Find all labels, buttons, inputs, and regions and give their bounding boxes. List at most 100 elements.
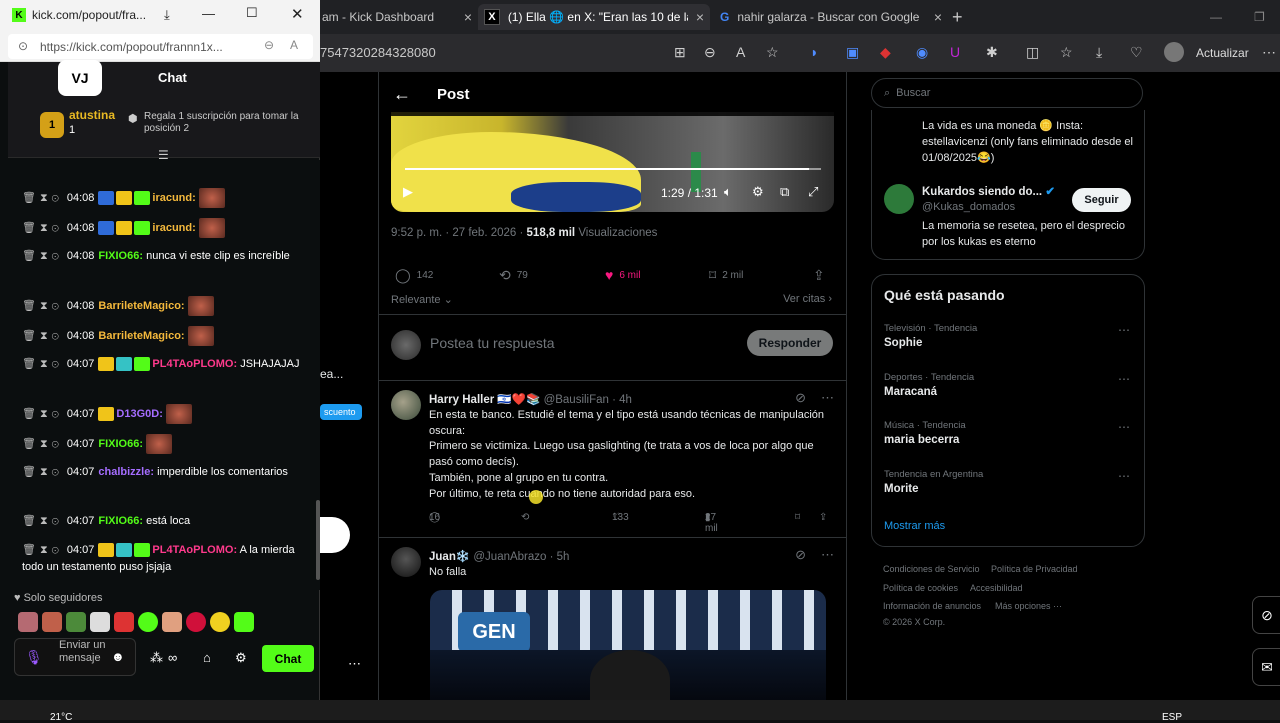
top-gifter-name[interactable]: atustina — [69, 108, 115, 122]
heart-pulse-icon[interactable]: ♡ — [1130, 44, 1143, 61]
discount-badge[interactable]: scuento — [320, 404, 362, 420]
mod-tools-icon[interactable]: 🗑︎⧗⊙ — [22, 250, 63, 262]
footer-link[interactable]: Accesibilidad — [970, 583, 1023, 593]
chat-input[interactable]: 🎙︎ Enviar un mensaje ☻ — [14, 638, 136, 676]
close-icon[interactable]: ✕ — [291, 5, 304, 23]
screenshot-icon[interactable]: ▣ — [846, 44, 859, 61]
emoji-icon[interactable]: ☻ — [111, 649, 125, 664]
username[interactable]: iracund: — [152, 222, 195, 234]
tab-kick-dashboard[interactable]: am - Kick Dashboard × — [322, 4, 472, 30]
chat-message[interactable]: 🗑︎⧗⊙ 04:08 iracund: — [22, 188, 308, 208]
send-chat-button[interactable]: Chat — [262, 645, 314, 672]
repost-action[interactable]: ⟲ 79 — [499, 267, 528, 284]
read-aloud-icon[interactable]: A — [736, 44, 745, 60]
split-screen-icon[interactable]: ◫ — [1026, 44, 1039, 61]
more-icon[interactable]: ⋯ — [821, 547, 834, 563]
chat-message[interactable]: 🗑︎⧗⊙ 04:08 BarrileteMagico: — [22, 326, 308, 346]
username[interactable]: FIXIO66: — [98, 250, 143, 262]
maximize-icon[interactable]: ☐ — [246, 5, 258, 21]
mod-tools-icon[interactable]: 🗑︎⧗⊙ — [22, 222, 63, 234]
username[interactable]: chalbizzle: — [98, 466, 154, 478]
infinity-icon[interactable]: ∞ — [168, 650, 177, 665]
mod-tools-icon[interactable]: 🗑︎⧗⊙ — [22, 408, 63, 420]
mod-tools-icon[interactable]: 🗑︎⧗⊙ — [22, 466, 63, 478]
more-icon[interactable]: ⋯ — [1118, 469, 1130, 483]
footer-link[interactable]: Política de cookies — [883, 583, 958, 593]
settings-gear-icon[interactable]: ⚙ — [235, 650, 247, 666]
floating-pill[interactable] — [320, 517, 350, 553]
popout-url-field[interactable]: ⊙ https://kick.com/popout/frannn1x... ⊖ … — [8, 34, 313, 59]
settings-gear-icon[interactable]: ⚙ — [752, 184, 764, 200]
zoom-icon[interactable]: ⊖ — [264, 38, 274, 52]
mod-tools-icon[interactable]: 🗑︎⧗⊙ — [22, 330, 63, 342]
video-progress-bar[interactable] — [405, 168, 821, 170]
mod-tools-icon[interactable]: 🗑︎⧗⊙ — [22, 515, 63, 527]
emote[interactable] — [18, 612, 38, 632]
username[interactable]: PL4TAoPLOMO: — [152, 544, 237, 556]
chat-message[interactable]: 🗑︎⧗⊙ 04:08 BarrileteMagico: — [22, 296, 308, 316]
kick-emotes-icon[interactable]: ⁂ — [150, 650, 163, 666]
chat-message[interactable]: 🗑︎⧗⊙ 04:07 FIXIO66: — [22, 434, 308, 454]
tweet-author[interactable]: Juan❄️ @JuanAbrazo · 5h — [429, 549, 569, 563]
app-grid-icon[interactable]: ⊞ — [674, 44, 686, 61]
mod-tools-icon[interactable]: 🗑︎⧗⊙ — [22, 544, 63, 556]
chat-message[interactable]: 🗑︎⧗⊙ 04:08 iracund: — [22, 218, 308, 238]
emote[interactable] — [138, 612, 158, 632]
username[interactable]: iracund: — [152, 192, 195, 204]
username[interactable]: FIXIO66: — [98, 515, 143, 527]
update-button[interactable]: Actualizar — [1196, 42, 1249, 64]
site-info-icon[interactable]: ⊙ — [18, 39, 28, 53]
footer-link[interactable]: Información de anuncios — [883, 601, 981, 611]
shield-extension-icon[interactable]: U — [950, 44, 960, 60]
username[interactable]: D13G0D: — [116, 408, 162, 420]
new-tab-button[interactable]: + — [952, 4, 972, 30]
username[interactable]: PL4TAoPLOMO: — [152, 358, 237, 370]
copilot-icon[interactable]: ◉ — [916, 44, 928, 61]
mod-tools-icon[interactable]: 🗑︎⧗⊙ — [22, 438, 63, 450]
share-action[interactable]: ⇪ — [813, 267, 825, 284]
tab-x-post[interactable]: X (1) Ella 🌐 en X: "Eran las 10 de la n … — [478, 4, 710, 30]
pip-icon[interactable]: ⧉ — [780, 184, 789, 200]
username[interactable]: BarrileteMagico: — [98, 330, 184, 342]
emote[interactable] — [186, 612, 206, 632]
read-aloud-icon[interactable]: A — [290, 38, 298, 52]
follow-button[interactable]: Seguir — [1072, 188, 1131, 212]
more-icon[interactable]: ⋯ — [821, 390, 834, 406]
extension-icon[interactable]: ◗ — [810, 44, 818, 60]
emote[interactable] — [210, 612, 230, 632]
microphone-icon[interactable]: 🎙︎ — [25, 649, 43, 666]
tweet-image[interactable]: GEN — [430, 590, 826, 700]
grok-float-button[interactable]: ⊘ — [1252, 596, 1280, 634]
sort-dropdown[interactable]: Relevante ⌄ — [391, 293, 453, 306]
tab-google-search[interactable]: G nahir galarza - Buscar con Google × — [716, 4, 942, 30]
avatar[interactable] — [391, 390, 421, 420]
profile-avatar[interactable] — [1164, 42, 1184, 62]
emote[interactable] — [90, 612, 110, 632]
avatar[interactable] — [884, 184, 914, 214]
emote[interactable] — [66, 612, 86, 632]
suggest-name[interactable]: Kukardos siendo do... ✔ — [922, 184, 1055, 198]
language-indicator[interactable]: ESP — [1162, 712, 1182, 723]
bookmark-action[interactable]: ⌑ 2 mil — [709, 267, 743, 284]
reply-input[interactable]: Postea tu respuesta — [430, 335, 555, 351]
channel-logo[interactable]: VJ — [58, 60, 102, 96]
video-player[interactable]: ▶ 1:29 / 1:31 🔈︎ ⚙ ⧉ ⤢ — [391, 112, 834, 212]
footer-link[interactable]: Más opciones ··· — [995, 601, 1062, 611]
share-icon[interactable]: ⇪ — [819, 512, 827, 523]
emote[interactable] — [114, 612, 134, 632]
puzzle-icon[interactable]: ✱ — [986, 44, 998, 61]
avatar[interactable] — [391, 547, 421, 577]
reply-action[interactable]: ◯ 142 — [395, 267, 433, 284]
grok-icon[interactable]: ⊘ — [795, 547, 806, 563]
bookmark-icon[interactable]: ⌑ — [795, 512, 800, 523]
play-icon[interactable]: ▶ — [403, 184, 413, 200]
repost-icon[interactable]: ⟲ — [521, 512, 529, 523]
url-field[interactable]: 7547320284328080 — [320, 45, 436, 60]
favorite-star-icon[interactable]: ☆ — [766, 44, 779, 61]
username[interactable]: FIXIO66: — [98, 438, 143, 450]
close-icon[interactable]: × — [464, 9, 472, 25]
more-icon[interactable]: ⋯ — [348, 656, 361, 672]
tweet-author[interactable]: Harry Haller 🇮🇱❤️📚 @BausiliFan · 4h — [429, 392, 632, 406]
fullscreen-icon[interactable]: ⤢ — [808, 184, 818, 200]
show-more-link[interactable]: Mostrar más — [884, 520, 945, 532]
